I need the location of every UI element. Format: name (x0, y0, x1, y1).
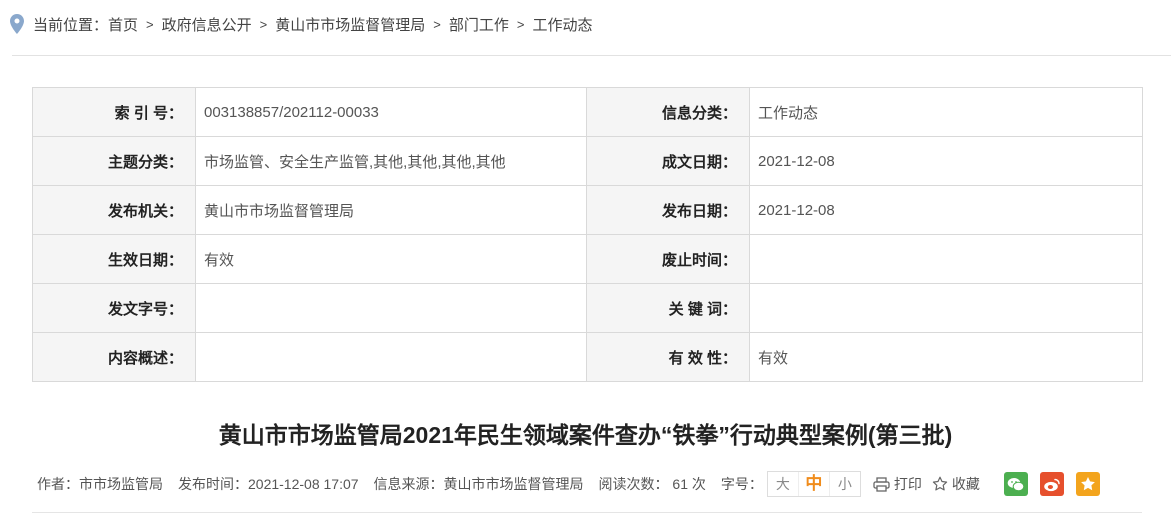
share-weibo-button[interactable] (1039, 472, 1064, 496)
font-size-small-button[interactable]: 小 (828, 472, 860, 496)
read-count: 阅读次数： 61 次 (598, 476, 706, 492)
issuing-authority-label: 发布机关： (32, 185, 196, 235)
publish-date-label: 发布日期： (586, 185, 750, 235)
breadcrumb: 当前位置： 首页 > 政府信息公开 > 黄山市市场监督管理局 > 部门工作 > … (10, 12, 592, 36)
share-qzone-button[interactable] (1075, 472, 1100, 496)
breadcrumb-home[interactable]: 首页 (108, 14, 138, 35)
document-number-label: 发文字号： (32, 283, 196, 333)
location-pin-icon (10, 14, 24, 34)
breadcrumb-work-news[interactable]: 工作动态 (532, 14, 592, 35)
index-number-label: 索 引 号： (32, 87, 196, 137)
issuing-authority-value: 黄山市市场监督管理局 (195, 185, 587, 235)
document-number-value (195, 283, 587, 333)
bottom-divider (32, 512, 1142, 513)
topic-category-value: 市场监管、安全生产监管,其他,其他,其他,其他 (195, 136, 587, 186)
table-row: 生效日期： 有效 废止时间： (32, 234, 1143, 284)
validity-value: 有效 (749, 332, 1143, 382)
table-row: 内容概述： 有 效 性： 有效 (32, 332, 1143, 382)
keywords-label: 关 键 词： (586, 283, 750, 333)
written-date-value: 2021-12-08 (749, 136, 1143, 186)
effective-date-value: 有效 (195, 234, 587, 284)
breadcrumb-prefix: 当前位置： (33, 16, 109, 34)
qzone-star-icon (1081, 477, 1095, 491)
print-label: 打印 (893, 476, 922, 492)
article-meta-bar: 作者：市市场监管局 发布时间：2021-12-08 17:07 信息来源：黄山市… (37, 470, 1100, 498)
written-date-label: 成文日期： (586, 136, 750, 186)
top-divider (12, 55, 1171, 56)
info-category-label: 信息分类： (586, 87, 750, 137)
font-size-large-button[interactable]: 大 (768, 472, 798, 496)
index-number-value: 003138857/202112-00033 (195, 87, 587, 137)
table-row: 主题分类： 市场监管、安全生产监管,其他,其他,其他,其他 成文日期： 2021… (32, 136, 1143, 186)
topic-category-label: 主题分类： (32, 136, 196, 186)
validity-label: 有 效 性： (586, 332, 750, 382)
author: 作者：市市场监管局 (37, 476, 163, 492)
info-category-value: 工作动态 (749, 87, 1143, 137)
breadcrumb-dept-work[interactable]: 部门工作 (449, 14, 509, 35)
favorite-button[interactable]: 收藏 (932, 474, 980, 494)
publish-time: 发布时间：2021-12-08 17:07 (178, 476, 359, 492)
breadcrumb-separator: > (516, 16, 525, 32)
breadcrumb-separator: > (259, 16, 268, 32)
effective-date-label: 生效日期： (32, 234, 196, 284)
breadcrumb-bureau[interactable]: 黄山市市场监督管理局 (275, 14, 425, 35)
breadcrumb-gov-info[interactable]: 政府信息公开 (162, 14, 252, 35)
table-row: 发文字号： 关 键 词： (32, 283, 1143, 333)
weibo-icon (1044, 478, 1060, 491)
publish-date-value: 2021-12-08 (749, 185, 1143, 235)
breadcrumb-separator: > (146, 16, 154, 32)
font-size-switcher: 大 中 小 (766, 471, 861, 497)
table-row: 发布机关： 黄山市市场监督管理局 发布日期： 2021-12-08 (32, 185, 1143, 235)
expiry-time-value (749, 234, 1143, 284)
print-button[interactable]: 打印 (873, 474, 922, 494)
info-source: 信息来源：黄山市市场监督管理局 (373, 476, 584, 492)
expiry-time-label: 废止时间： (586, 234, 750, 284)
table-row: 索 引 号： 003138857/202112-00033 信息分类： 工作动态 (32, 87, 1143, 137)
summary-label: 内容概述： (32, 332, 196, 382)
wechat-icon (1007, 477, 1025, 491)
keywords-value (749, 283, 1143, 333)
star-outline-icon (932, 476, 948, 491)
font-size-label: 字号： (720, 476, 763, 492)
info-table: 索 引 号： 003138857/202112-00033 信息分类： 工作动态… (32, 87, 1143, 382)
printer-icon (873, 476, 890, 492)
article-title: 黄山市市场监管局2021年民生领域案件查办“铁拳”行动典型案例(第三批) (218, 422, 953, 448)
favorite-label: 收藏 (951, 476, 980, 492)
breadcrumb-separator: > (433, 16, 441, 32)
font-size-medium-button[interactable]: 中 (797, 472, 829, 496)
share-wechat-button[interactable] (1003, 472, 1028, 496)
summary-value (195, 332, 587, 382)
